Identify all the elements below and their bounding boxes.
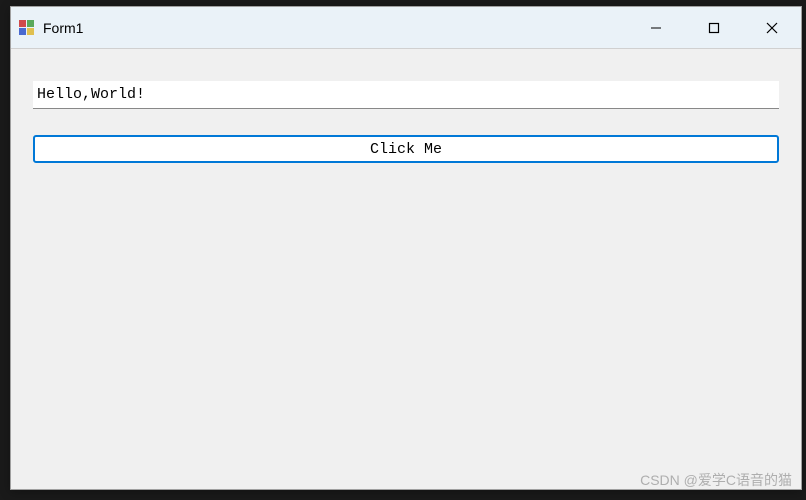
close-button[interactable] xyxy=(743,7,801,48)
app-icon xyxy=(19,20,35,36)
window-frame: Form1 Click Me xyxy=(10,6,802,490)
click-me-button[interactable]: Click Me xyxy=(33,135,779,163)
window-title: Form1 xyxy=(43,20,83,36)
client-area: Click Me xyxy=(11,49,801,489)
minimize-button[interactable] xyxy=(627,7,685,48)
textbox-input[interactable] xyxy=(33,81,779,109)
watermark-text: CSDN @爱学C语音的猫 xyxy=(640,470,792,490)
title-bar[interactable]: Form1 xyxy=(11,7,801,49)
window-controls xyxy=(627,7,801,48)
maximize-icon xyxy=(708,22,720,34)
close-icon xyxy=(766,22,778,34)
maximize-button[interactable] xyxy=(685,7,743,48)
minimize-icon xyxy=(650,22,662,34)
